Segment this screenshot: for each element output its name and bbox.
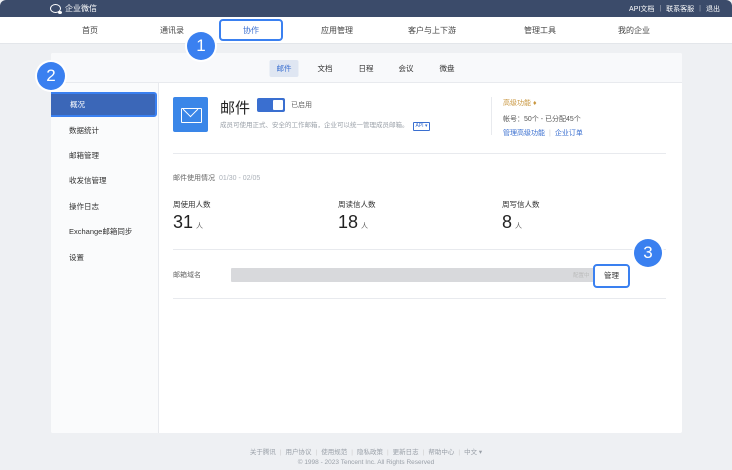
nav-management-tools[interactable]: 管理工具 — [524, 17, 556, 44]
weekly-writers-label: 周写信人数 — [502, 200, 540, 209]
brand-name: 企业微信 — [65, 4, 97, 13]
mail-domain-label: 邮箱域名 — [173, 272, 201, 279]
tab-mail[interactable]: 邮件 — [269, 60, 299, 77]
footer-usage-rules[interactable]: 使用规范 — [321, 449, 347, 456]
weekly-users-label: 周使用人数 — [173, 200, 211, 209]
usage-heading: 邮件使用情况 01/30 - 02/05 — [173, 173, 260, 183]
sidebar-item-overview[interactable]: 概况 — [51, 92, 157, 117]
weekly-writers-value: 8人 — [502, 212, 522, 233]
separator: | — [422, 449, 425, 456]
nav-contacts[interactable]: 通讯录 — [160, 17, 184, 44]
footer-language[interactable]: 中文 ▾ — [464, 449, 482, 456]
step-badge-2: 2 — [37, 62, 65, 90]
footer-links: 关于腾讯 | 用户协议 | 使用规范 | 隐私政策 | 更新日志 | 帮助中心 | 中文 ▾ — [0, 446, 732, 456]
api-tag[interactable]: API ▾ — [412, 122, 431, 131]
main-nav: 首页 通讯录 协作 应用管理 客户与上下游 管理工具 我的企业 — [0, 17, 732, 44]
separator: | — [386, 449, 389, 456]
tab-meeting[interactable]: 会议 — [392, 60, 421, 77]
stat-number: 18 — [338, 212, 359, 232]
divider — [173, 298, 666, 299]
separator: | — [458, 449, 461, 456]
weekly-users-value: 31 人 — [173, 212, 203, 233]
nav-app-management[interactable]: 应用管理 — [321, 17, 353, 44]
stat-number: 8 — [502, 212, 513, 232]
company-orders-link[interactable]: 企业订单 — [555, 130, 583, 137]
nav-customers[interactable]: 客户与上下游 — [408, 17, 456, 44]
step-badge-1: 1 — [187, 32, 215, 60]
top-bar: 企业微信 API文档 | 联系客服 | 退出 — [0, 0, 732, 17]
divider — [491, 97, 492, 135]
manage-advanced-link[interactable]: 管理高级功能 — [503, 130, 545, 137]
manage-domain-button[interactable]: 管理 — [593, 264, 630, 288]
top-links: API文档 | 联系客服 | 退出 — [629, 4, 720, 14]
contact-support-link[interactable]: 联系客服 — [666, 4, 694, 14]
sidebar: 概况 数据统计 邮箱管理 收发信管理 操作日志 Exchange邮箱同步 设置 — [51, 83, 159, 433]
sidebar-item-statistics[interactable]: 数据统计 — [69, 125, 99, 136]
logout-link[interactable]: 退出 — [706, 4, 720, 14]
stat-number: 31 — [173, 212, 194, 232]
divider — [173, 153, 666, 154]
step-badge-3: 3 — [634, 239, 662, 267]
brand[interactable]: 企业微信 — [50, 3, 97, 14]
separator: | — [699, 5, 701, 12]
mail-description-text: 成员可使用正式、安全的工作邮箱，企业可以统一管理成员邮箱。 — [220, 122, 409, 129]
weekly-readers-label: 周读信人数 — [338, 200, 376, 209]
mail-domain-value-redacted — [231, 268, 621, 282]
tab-calendar[interactable]: 日程 — [352, 60, 381, 77]
nav-home[interactable]: 首页 — [82, 17, 98, 44]
nav-my-company[interactable]: 我的企业 — [618, 17, 650, 44]
sidebar-item-operation-log[interactable]: 操作日志 — [69, 201, 99, 212]
footer-about[interactable]: 关于腾讯 — [250, 449, 276, 456]
sidebar-item-label: 概况 — [70, 100, 85, 109]
mail-title: 邮件 — [220, 100, 251, 117]
footer-user-agreement[interactable]: 用户协议 — [286, 449, 312, 456]
mail-icon — [173, 97, 208, 132]
tab-drive[interactable]: 微盘 — [433, 60, 462, 77]
advanced-features-title: 高级功能 ♦ — [503, 100, 537, 107]
highlight-collaboration-tab — [219, 19, 283, 41]
stat-unit: 人 — [515, 223, 523, 230]
content-card: 邮件 文档 日程 会议 微盘 概况 数据统计 邮箱管理 收发信管理 操作日志 E… — [51, 53, 682, 433]
stat-unit: 人 — [196, 223, 204, 230]
separator: | — [351, 449, 353, 456]
separator: | — [549, 130, 551, 137]
sidebar-item-send-receive[interactable]: 收发信管理 — [69, 175, 107, 186]
footer-changelog[interactable]: 更新日志 — [393, 449, 419, 456]
copyright: © 1998 - 2023 Tencent Inc. All Rights Re… — [297, 459, 435, 466]
sidebar-item-settings[interactable]: 设置 — [69, 252, 84, 263]
footer-privacy[interactable]: 隐私政策 — [357, 449, 383, 456]
account-quota: 帐号：50个 - 已分配45个 — [503, 116, 581, 123]
separator: | — [315, 449, 318, 456]
domain-status: 配置中 — [573, 273, 590, 279]
tab-docs[interactable]: 文档 — [311, 60, 340, 77]
divider — [173, 249, 666, 250]
sidebar-item-mailbox-management[interactable]: 邮箱管理 — [69, 150, 99, 161]
stat-unit: 人 — [361, 223, 369, 230]
mail-description: 成员可使用正式、安全的工作邮箱，企业可以统一管理成员邮箱。 API ▾ — [220, 119, 431, 131]
advanced-links: 管理高级功能 | 企业订单 — [503, 128, 583, 138]
mail-status-label: 已启用 — [291, 102, 312, 109]
wecom-logo-icon — [50, 4, 62, 14]
sub-tabs: 邮件 文档 日程 会议 微盘 — [51, 53, 682, 83]
usage-label: 邮件使用情况 — [173, 175, 215, 182]
sidebar-item-exchange-sync[interactable]: Exchange邮箱同步 — [69, 226, 132, 237]
separator: | — [659, 5, 662, 12]
mail-enabled-toggle[interactable] — [257, 98, 285, 112]
api-docs-link[interactable]: API文档 — [629, 4, 654, 14]
separator: | — [279, 449, 282, 456]
usage-date-range: 01/30 - 02/05 — [219, 175, 261, 182]
footer-help[interactable]: 帮助中心 — [428, 449, 454, 456]
weekly-readers-value: 18 人 — [338, 212, 368, 233]
